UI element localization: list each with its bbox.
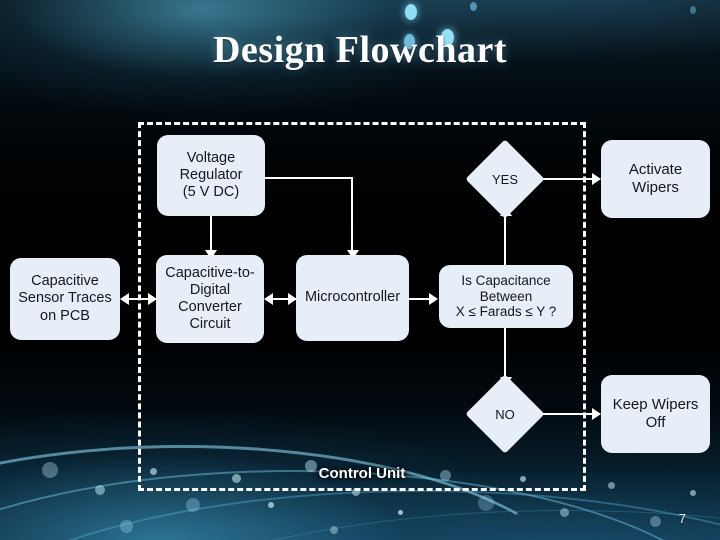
arrowhead-right (592, 408, 601, 420)
node-decision-capacitance[interactable]: Is Capacitance Between X ≤ Farads ≤ Y ? (439, 265, 573, 328)
bokeh-dot (42, 462, 58, 478)
bokeh-dot (120, 520, 133, 533)
node-sensor-traces[interactable]: Capacitive Sensor Traces on PCB (10, 258, 120, 340)
page-title: Design Flowchart (212, 29, 508, 71)
bokeh-dot (470, 2, 477, 11)
control-unit-label: Control Unit (318, 465, 406, 482)
bokeh-dot (608, 482, 615, 489)
swoosh-decoration (0, 490, 720, 540)
arrowhead-left (264, 293, 273, 305)
arrowhead-left (120, 293, 129, 305)
connector-decision-yes (504, 213, 506, 265)
arrowhead-right (592, 173, 601, 185)
bokeh-dot (405, 4, 417, 20)
bokeh-dot (690, 490, 696, 496)
bokeh-dot (186, 498, 200, 512)
slide-canvas: Design Flowchart Control Unit Capacitive… (0, 0, 720, 540)
bokeh-dot (478, 495, 494, 511)
bokeh-dot (650, 516, 661, 527)
diamond-no-label[interactable]: NO (477, 386, 533, 442)
node-keep-wipers-off[interactable]: Keep Wipers Off (601, 375, 710, 453)
swoosh-decoration (40, 510, 720, 540)
node-activate-wipers[interactable]: Activate Wipers (601, 140, 710, 218)
connector-vreg-mcu-vertical (351, 177, 353, 255)
bokeh-dot (268, 502, 274, 508)
node-cdc-circuit[interactable]: Capacitive-to- Digital Converter Circuit (156, 255, 264, 343)
bokeh-dot (560, 508, 569, 517)
bokeh-dot (690, 6, 696, 14)
node-microcontroller[interactable]: Microcontroller (296, 255, 409, 341)
connector-vreg-cdc (210, 216, 212, 254)
connector-decision-no (504, 328, 506, 380)
connector-vreg-mcu-horizontal (265, 177, 353, 179)
page-number: 7 (678, 511, 686, 526)
bokeh-dot (398, 510, 403, 515)
arrowhead-right (429, 293, 438, 305)
node-voltage-regulator[interactable]: Voltage Regulator (5 V DC) (157, 135, 265, 216)
bokeh-dot (330, 526, 338, 534)
diamond-yes-label[interactable]: YES (477, 151, 533, 207)
bokeh-dot (95, 485, 105, 495)
